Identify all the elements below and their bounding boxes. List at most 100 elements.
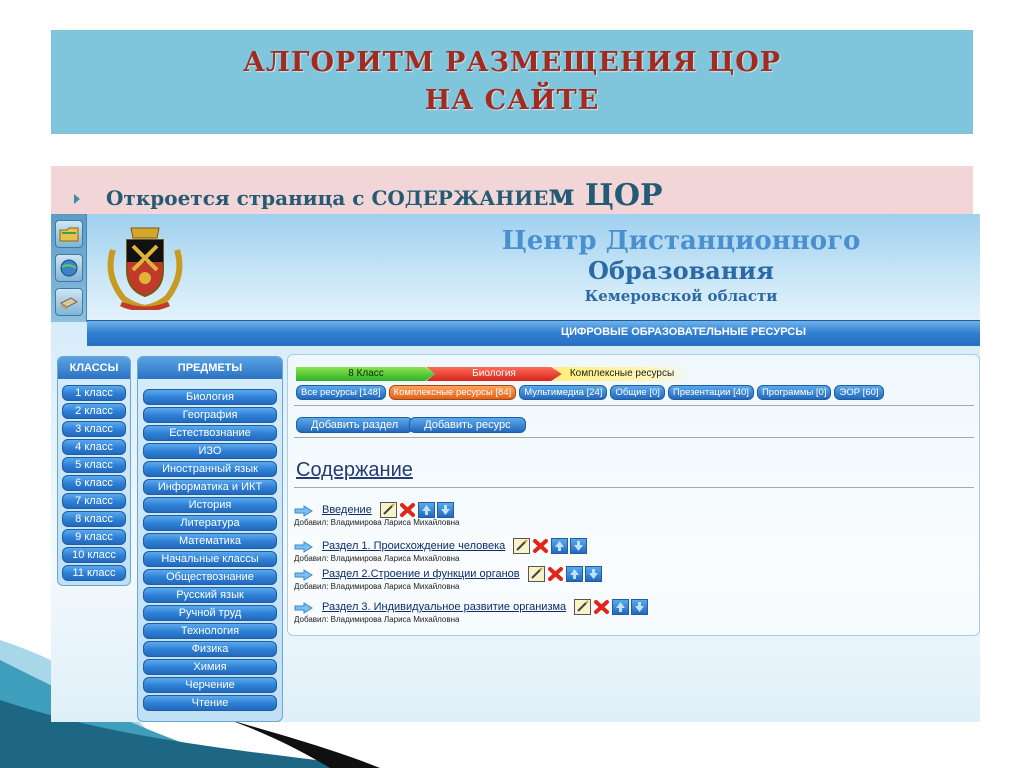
subjects-list: Биология География Естествознание ИЗО Иностр…	[138, 379, 282, 711]
delete-icon[interactable]	[399, 502, 416, 518]
globe-icon[interactable]	[55, 254, 83, 282]
subjects-panel-header: ПРЕДМЕТЫ	[138, 357, 282, 379]
content-entry: Раздел 1. Происхождение человека Добавил:…	[294, 537, 588, 563]
folder-icon[interactable]	[55, 220, 83, 248]
filter-tab[interactable]: Все ресурсы [148]	[296, 385, 386, 400]
breadcrumb-category[interactable]: Комплексные ресурсы	[552, 367, 692, 381]
edit-icon[interactable]	[574, 599, 592, 615]
add-section-button[interactable]: Добавить раздел	[296, 417, 414, 433]
entry-title-link[interactable]: Раздел 1. Происхождение человека	[322, 540, 505, 552]
move-up-icon[interactable]	[417, 502, 435, 518]
subject-item[interactable]: География	[143, 407, 277, 423]
class-item[interactable]: 6 класс	[62, 475, 126, 491]
delete-icon[interactable]	[547, 566, 564, 582]
subject-item[interactable]: ИЗО	[143, 443, 277, 459]
content-actions: Добавить раздел Добавить ресурс	[296, 417, 526, 433]
entry-row: Раздел 2.Строение и функции органов	[294, 565, 602, 583]
entry-title-link[interactable]: Введение	[322, 504, 372, 516]
move-up-icon[interactable]	[612, 599, 630, 615]
entry-title-link[interactable]: Раздел 2.Строение и функции органов	[322, 568, 520, 580]
resource-filters: Все ресурсы [148] Комплексные ресурсы [84…	[296, 385, 884, 400]
edit-icon[interactable]	[513, 538, 531, 554]
entry-author: Добавил: Владимирова Лариса Михайловна	[294, 582, 460, 591]
nav-bar: ЦИФРОВЫЕ ОБРАЗОВАТЕЛЬНЫЕ РЕСУРСЫ	[87, 320, 980, 346]
breadcrumb-class[interactable]: 8 Класс	[296, 367, 436, 381]
move-down-icon[interactable]	[631, 599, 649, 615]
presentation-slide: АЛГОРИТМ РАЗМЕЩЕНИЯ ЦОР НА САЙТЕ Откроет…	[0, 0, 1024, 768]
subject-item[interactable]: Физика	[143, 641, 277, 657]
class-item[interactable]: 10 класс	[62, 547, 126, 563]
entry-row: Введение	[294, 501, 460, 519]
side-toolbar	[51, 214, 87, 322]
subject-item[interactable]: Обществознание	[143, 569, 277, 585]
edit-icon[interactable]	[527, 566, 545, 582]
entry-row: Раздел 3. Индивидуальное развитие органи…	[294, 598, 649, 616]
entry-author: Добавил: Владимирова Лариса Михайловна	[294, 554, 460, 563]
filter-tab[interactable]: Общие [0]	[610, 385, 665, 400]
subject-item[interactable]: Математика	[143, 533, 277, 549]
subject-item[interactable]: Естествознание	[143, 425, 277, 441]
class-item[interactable]: 11 класс	[62, 565, 126, 581]
entry-author: Добавил: Владимирова Лариса Михайловна	[294, 518, 460, 527]
site-title-line-1: Центр Дистанционного	[501, 226, 861, 256]
subject-item[interactable]: Ручной труд	[143, 605, 277, 621]
site-title: Центр Дистанционного Образования Кемеров…	[471, 226, 891, 306]
subjects-panel: ПРЕДМЕТЫ Биология География Естествознание…	[137, 356, 283, 722]
content-entry: Раздел 3. Индивидуальное развитие органи…	[294, 598, 649, 624]
website-screenshot: Центр Дистанционного Образования Кемеров…	[51, 214, 980, 722]
subject-item[interactable]: Иностранный язык	[143, 461, 277, 477]
entry-author: Добавил: Владимирова Лариса Михайловна	[294, 615, 460, 624]
content-heading: Содержание	[296, 459, 413, 481]
book-icon[interactable]	[55, 288, 83, 316]
site-header: Центр Дистанционного Образования Кемеров…	[51, 214, 980, 322]
class-item[interactable]: 3 класс	[62, 421, 126, 437]
nav-bar-label: ЦИФРОВЫЕ ОБРАЗОВАТЕЛЬНЫЕ РЕСУРСЫ	[561, 326, 806, 338]
edit-icon[interactable]	[379, 502, 397, 518]
subject-item[interactable]: Начальные классы	[143, 551, 277, 567]
divider	[294, 437, 974, 438]
arrow-right-icon	[294, 601, 314, 614]
class-item[interactable]: 9 класс	[62, 529, 126, 545]
subject-item[interactable]: Черчение	[143, 677, 277, 693]
subject-item[interactable]: Литература	[143, 515, 277, 531]
delete-icon[interactable]	[532, 538, 549, 554]
filter-tab[interactable]: Программы [0]	[756, 385, 832, 400]
move-up-icon[interactable]	[565, 566, 583, 582]
content-panel: 8 Класс Биология Комплексные ресурсы Все…	[287, 354, 980, 636]
subject-item[interactable]: Технология	[143, 623, 277, 639]
class-item[interactable]: 2 класс	[62, 403, 126, 419]
add-resource-button[interactable]: Добавить ресурс	[409, 417, 526, 433]
filter-tab[interactable]: ЭОР [60]	[834, 385, 884, 400]
subject-item[interactable]: Русский язык	[143, 587, 277, 603]
subject-item[interactable]: Биология	[143, 389, 277, 405]
subject-item[interactable]: Химия	[143, 659, 277, 675]
filter-tab[interactable]: Мультимедиа [24]	[519, 385, 608, 400]
breadcrumb: 8 Класс Биология Комплексные ресурсы	[296, 367, 692, 381]
entry-title-link[interactable]: Раздел 3. Индивидуальное развитие органи…	[322, 601, 566, 613]
class-item[interactable]: 8 класс	[62, 511, 126, 527]
content-entry: Введение Добавил: Владимирова Лариса Миха…	[294, 501, 460, 527]
arrow-right-icon	[294, 504, 314, 517]
site-title-line-3: Кемеровской области	[584, 287, 778, 305]
delete-icon[interactable]	[593, 599, 610, 615]
move-down-icon[interactable]	[436, 502, 454, 518]
move-down-icon[interactable]	[584, 566, 602, 582]
filter-tab[interactable]: Комплексные ресурсы [84]	[388, 385, 517, 400]
class-item[interactable]: 5 класс	[62, 457, 126, 473]
move-up-icon[interactable]	[551, 538, 569, 554]
class-item[interactable]: 1 класс	[62, 385, 126, 401]
move-down-icon[interactable]	[570, 538, 588, 554]
classes-panel: КЛАССЫ 1 класс 2 класс 3 класс 4 класс 5 кла…	[57, 356, 131, 586]
class-item[interactable]: 4 класс	[62, 439, 126, 455]
divider	[294, 405, 974, 406]
site-title-line-2: Образования	[588, 256, 774, 285]
breadcrumb-subject[interactable]: Биология	[426, 367, 562, 381]
content-entry: Раздел 2.Строение и функции органов Добав…	[294, 565, 602, 591]
subject-item[interactable]: Чтение	[143, 695, 277, 711]
class-item[interactable]: 7 класс	[62, 493, 126, 509]
filter-tab[interactable]: Презентации [40]	[667, 385, 754, 400]
entry-row: Раздел 1. Происхождение человека	[294, 537, 588, 555]
subject-item[interactable]: Информатика и ИКТ	[143, 479, 277, 495]
arrow-right-icon	[294, 568, 314, 581]
subject-item[interactable]: История	[143, 497, 277, 513]
